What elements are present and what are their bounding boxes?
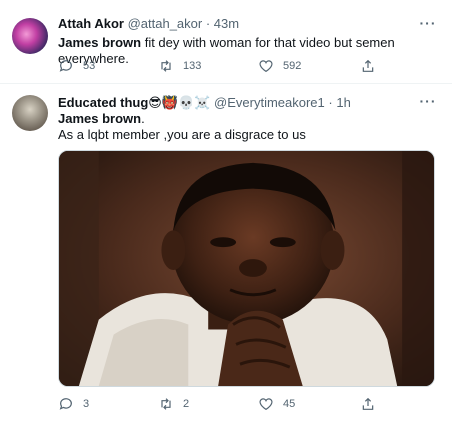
retweet-count: 133 [183, 60, 202, 72]
media-picture [59, 151, 434, 386]
share-icon [362, 397, 374, 410]
user-handle[interactable]: @Everytimeakore1 [214, 95, 325, 110]
tweet[interactable]: Educated thug😎👹💀☠️ @Everytimeakore1 · 1h… [0, 84, 452, 429]
reply-count: 3 [83, 398, 90, 410]
retweet-icon [161, 398, 171, 410]
share-button[interactable] [360, 57, 385, 75]
tweet-text-punct: . [141, 111, 145, 126]
tweet-text-line-1: James brown. [58, 111, 145, 127]
tweet-text-line-2: As a lqbt member ,you are a disgrace to … [58, 127, 306, 142]
tweet-header: Educated thug😎👹💀☠️ @Everytimeakore1 · 1h [58, 95, 351, 111]
retweet-button[interactable]: 133 [158, 57, 201, 75]
avatar[interactable] [12, 18, 48, 54]
like-count: 45 [283, 398, 296, 410]
tweet[interactable]: Attah Akor @attah_akor · 43m ··· James b… [0, 0, 452, 84]
display-name[interactable]: Educated thug [58, 95, 148, 110]
heart-icon [259, 398, 273, 411]
more-icon[interactable]: ··· [418, 16, 438, 34]
tweet-actions: 53 133 592 [58, 57, 388, 75]
retweet-icon [161, 60, 171, 72]
timestamp[interactable]: · 1h [328, 95, 350, 110]
tweet-media-image[interactable] [58, 150, 435, 387]
name-emoji: 😎👹💀☠️ [148, 95, 211, 110]
tweet-header: Attah Akor @attah_akor · 43m [58, 16, 239, 32]
like-count: 592 [283, 60, 302, 72]
more-icon[interactable]: ··· [418, 94, 438, 112]
avatar[interactable] [12, 95, 48, 131]
reply-icon [59, 60, 72, 72]
share-icon [362, 59, 374, 72]
retweet-count: 2 [183, 398, 190, 410]
display-name[interactable]: Attah Akor [58, 16, 124, 31]
like-button[interactable]: 592 [258, 57, 301, 75]
tweet-text-bold: James brown [58, 35, 142, 50]
reply-icon [59, 398, 72, 410]
retweet-button[interactable]: 2 [158, 395, 189, 413]
like-button[interactable]: 45 [258, 395, 295, 413]
tweet-actions: 3 2 45 [58, 395, 388, 413]
heart-icon [259, 60, 273, 73]
reply-button[interactable]: 53 [58, 57, 95, 75]
user-handle[interactable]: @attah_akor [128, 16, 203, 31]
reply-button[interactable]: 3 [58, 395, 89, 413]
timestamp[interactable]: · 43m [206, 16, 239, 31]
reply-count: 53 [83, 60, 96, 72]
tweet-text-bold: James brown [58, 111, 142, 126]
share-button[interactable] [360, 395, 385, 413]
